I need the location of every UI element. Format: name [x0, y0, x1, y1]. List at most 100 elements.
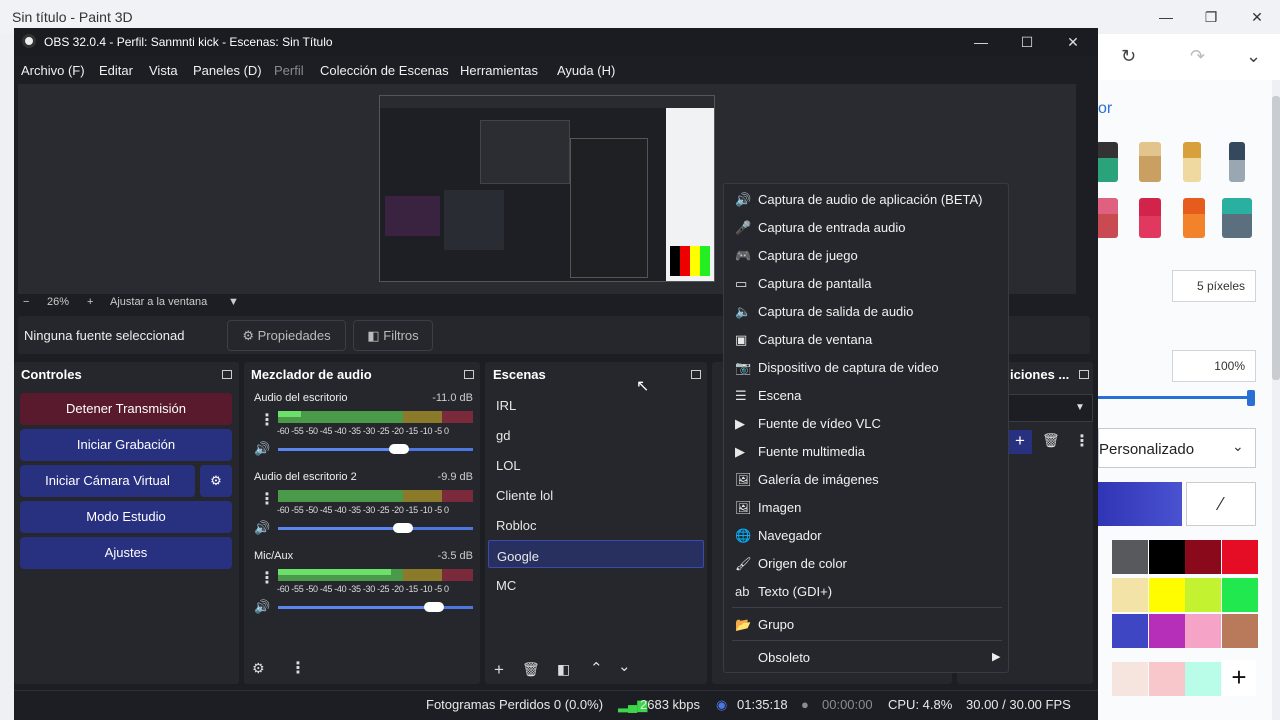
context-menu-item[interactable]: 🎮 Captura de juego: [735, 241, 1005, 269]
menu-editar[interactable]: Editar: [99, 63, 133, 78]
volume-slider[interactable]: [278, 448, 473, 451]
scene-item[interactable]: Cliente lol: [488, 480, 704, 508]
remove-scene-trash-icon[interactable]: 🗑: [522, 661, 540, 678]
color-swatch[interactable]: [1185, 614, 1221, 648]
menu-coleccion-escenas[interactable]: Colección de Escenas: [320, 63, 449, 78]
zoom-out-button[interactable]: −: [23, 296, 29, 308]
context-menu-item[interactable]: ▭ Captura de pantalla: [735, 269, 1005, 297]
eyedropper-icon[interactable]: ⁄: [1186, 482, 1256, 526]
obs-maximize-button[interactable]: ☐: [1004, 30, 1050, 54]
context-menu-item[interactable]: 📂 Grupo: [735, 610, 1005, 638]
opacity-slider-knob[interactable]: [1247, 390, 1255, 406]
context-menu-item[interactable]: ▶ Fuente de vídeo VLC: [735, 409, 1005, 437]
scene-item[interactable]: IRL: [488, 390, 704, 418]
speaker-icon[interactable]: 🔊: [254, 599, 270, 615]
fit-to-window-button[interactable]: Ajustar a la ventana: [110, 296, 207, 308]
menu-archivo[interactable]: Archivo (F): [21, 63, 85, 78]
menu-paneles[interactable]: Paneles (D): [193, 63, 262, 78]
color-swatch[interactable]: [1185, 540, 1221, 574]
volume-slider-knob[interactable]: [388, 444, 409, 454]
obs-minimize-button[interactable]: —: [958, 30, 1004, 54]
color-swatch[interactable]: [1221, 614, 1258, 648]
redo-icon[interactable]: ↷: [1190, 46, 1205, 67]
move-up-chevron-icon[interactable]: ⌃: [590, 659, 603, 677]
speaker-icon[interactable]: 🔊: [254, 520, 270, 536]
context-menu-item[interactable]: Obsoleto: [735, 643, 1005, 671]
start-virtual-camera-button[interactable]: Iniciar Cámara Virtual: [20, 465, 195, 497]
color-swatch[interactable]: [1112, 662, 1148, 696]
context-menu-item[interactable]: 🎤 Captura de entrada audio: [735, 213, 1005, 241]
virtual-camera-settings-button[interactable]: ⚙: [200, 465, 232, 497]
opacity-slider[interactable]: [1098, 396, 1254, 399]
color-swatch[interactable]: [1112, 614, 1148, 648]
crayon-icon[interactable]: [1139, 198, 1161, 238]
volume-slider-knob[interactable]: [392, 523, 413, 533]
channel-menu-kebab-icon[interactable]: ⋮: [259, 568, 275, 588]
chevron-down-icon[interactable]: ⌄: [1246, 46, 1261, 67]
undock-icon[interactable]: [691, 370, 701, 379]
stop-streaming-button[interactable]: Detener Transmisión: [20, 393, 232, 425]
scene-item[interactable]: Robloc: [488, 510, 704, 538]
pencil-icon[interactable]: [1096, 198, 1118, 238]
scene-filters-icon[interactable]: ◧: [557, 661, 570, 678]
color-swatch[interactable]: [1221, 540, 1258, 574]
history-icon[interactable]: ↻: [1121, 46, 1136, 67]
scene-item[interactable]: gd: [488, 420, 704, 448]
pixel-pen-icon[interactable]: [1229, 142, 1245, 182]
context-menu-item[interactable]: ▣ Captura de ventana: [735, 325, 1005, 353]
filters-button[interactable]: ◧ Filtros: [353, 320, 433, 351]
watercolor-icon[interactable]: [1183, 142, 1201, 182]
scene-item[interactable]: Google: [488, 540, 704, 568]
spray-can-icon[interactable]: [1183, 198, 1205, 238]
color-swatch[interactable]: [1112, 540, 1148, 574]
color-swatch[interactable]: [1148, 662, 1185, 696]
studio-mode-button[interactable]: Modo Estudio: [20, 501, 232, 533]
volume-slider-knob[interactable]: [424, 602, 444, 612]
oil-brush-icon[interactable]: [1139, 142, 1161, 182]
color-swatch[interactable]: [1148, 578, 1185, 612]
paint3d-minimize-button[interactable]: —: [1146, 6, 1186, 28]
zoom-dropdown-icon[interactable]: ▼: [228, 296, 239, 308]
context-menu-item[interactable]: 📷 Dispositivo de captura de video: [735, 353, 1005, 381]
undock-icon[interactable]: [464, 370, 474, 379]
transition-menu-kebab-icon[interactable]: ⋮: [1074, 431, 1090, 451]
volume-slider[interactable]: [278, 527, 473, 530]
thickness-input[interactable]: 5 píxeles: [1172, 270, 1256, 302]
start-recording-button[interactable]: Iniciar Grabación: [20, 429, 232, 461]
fill-bucket-icon[interactable]: [1222, 198, 1252, 238]
context-menu-item[interactable]: 🔈 Captura de salida de audio: [735, 297, 1005, 325]
context-menu-item[interactable]: 🌐 Navegador: [735, 521, 1005, 549]
obs-close-button[interactable]: ✕: [1050, 30, 1096, 54]
mixer-menu-kebab-icon[interactable]: ⋮: [290, 658, 306, 678]
color-swatch[interactable]: [1185, 578, 1221, 612]
context-menu-item[interactable]: 🖼 Imagen: [735, 493, 1005, 521]
add-transition-icon[interactable]: +: [1008, 430, 1032, 454]
advanced-audio-gear-icon[interactable]: ⚙: [252, 660, 265, 677]
scene-item[interactable]: LOL: [488, 450, 704, 478]
undock-icon[interactable]: [1079, 370, 1089, 379]
context-menu-item[interactable]: ▶ Fuente multimedia: [735, 437, 1005, 465]
menu-vista[interactable]: Vista: [149, 63, 178, 78]
paint3d-maximize-button[interactable]: ❐: [1191, 6, 1231, 28]
menu-perfil[interactable]: Perfil: [274, 63, 304, 78]
menu-ayuda[interactable]: Ayuda (H): [557, 63, 615, 78]
move-down-chevron-icon[interactable]: ⌄: [618, 657, 631, 675]
undock-icon[interactable]: [222, 370, 232, 379]
channel-menu-kebab-icon[interactable]: ⋮: [259, 489, 275, 509]
context-menu-item[interactable]: 🔊 Captura de audio de aplicación (BETA): [735, 185, 1005, 213]
scene-item[interactable]: MC: [488, 570, 704, 598]
paint3d-close-button[interactable]: ✕: [1237, 6, 1277, 28]
context-menu-item[interactable]: 🖼 Galería de imágenes: [735, 465, 1005, 493]
menu-herramientas[interactable]: Herramientas: [460, 63, 538, 78]
color-swatch[interactable]: [1185, 662, 1221, 696]
channel-menu-kebab-icon[interactable]: ⋮: [259, 410, 275, 430]
color-swatch[interactable]: [1221, 578, 1258, 612]
color-swatch[interactable]: [1148, 540, 1185, 574]
panel-scrollbar[interactable]: [1272, 96, 1280, 380]
context-menu-item[interactable]: 🖌 Origen de color: [735, 549, 1005, 577]
current-color-swatch[interactable]: [1098, 482, 1182, 526]
add-color-button[interactable]: +: [1222, 660, 1256, 696]
properties-button[interactable]: ⚙ Propiedades: [227, 320, 346, 351]
settings-button[interactable]: Ajustes: [20, 537, 232, 569]
color-swatch[interactable]: [1112, 578, 1148, 612]
